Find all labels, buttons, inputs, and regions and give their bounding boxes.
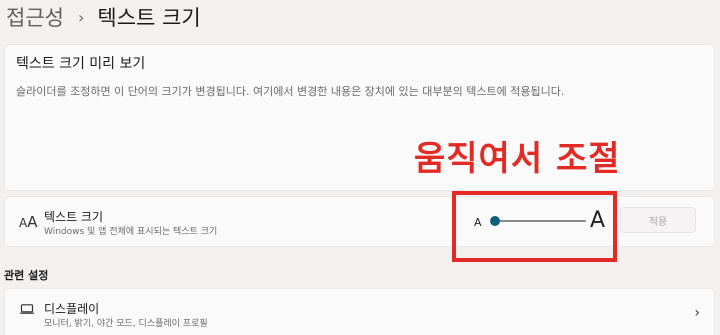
chevron-right-icon: › bbox=[694, 305, 700, 321]
breadcrumb-parent-link[interactable]: 접근성 bbox=[6, 2, 64, 32]
text-size-subtitle: Windows 및 앱 전체에 표시되는 텍스트 크기 bbox=[44, 227, 218, 237]
related-settings-header: 관련 설정 bbox=[4, 269, 49, 282]
text-size-icon-large: A bbox=[27, 213, 38, 231]
display-subtitle: 모니터, 밝기, 야간 모드, 디스플레이 프로필 bbox=[44, 319, 208, 329]
annotation-highlight-box bbox=[452, 191, 617, 262]
display-title: 디스플레이 bbox=[44, 302, 100, 316]
annotation-label: 움직여서 조절 bbox=[414, 139, 621, 179]
text-size-icon-small: A bbox=[19, 216, 28, 230]
preview-title: 텍스트 크기 미리 보기 bbox=[16, 56, 146, 72]
display-settings-link[interactable]: 디스플레이 모니터, 밝기, 야간 모드, 디스플레이 프로필 › bbox=[4, 288, 715, 335]
apply-button[interactable]: 적용 bbox=[620, 207, 696, 233]
page-title: 텍스트 크기 bbox=[97, 6, 201, 30]
preview-description: 슬라이더를 조정하면 이 단어의 크기가 변경됩니다. 여기에서 변경한 내용은… bbox=[16, 85, 565, 98]
breadcrumb: 접근성 › 텍스트 크기 bbox=[6, 2, 201, 32]
breadcrumb-separator: › bbox=[77, 7, 85, 27]
text-size-title: 텍스트 크기 bbox=[44, 210, 104, 224]
monitor-icon bbox=[20, 304, 34, 314]
text-size-icon: AA bbox=[19, 213, 37, 231]
